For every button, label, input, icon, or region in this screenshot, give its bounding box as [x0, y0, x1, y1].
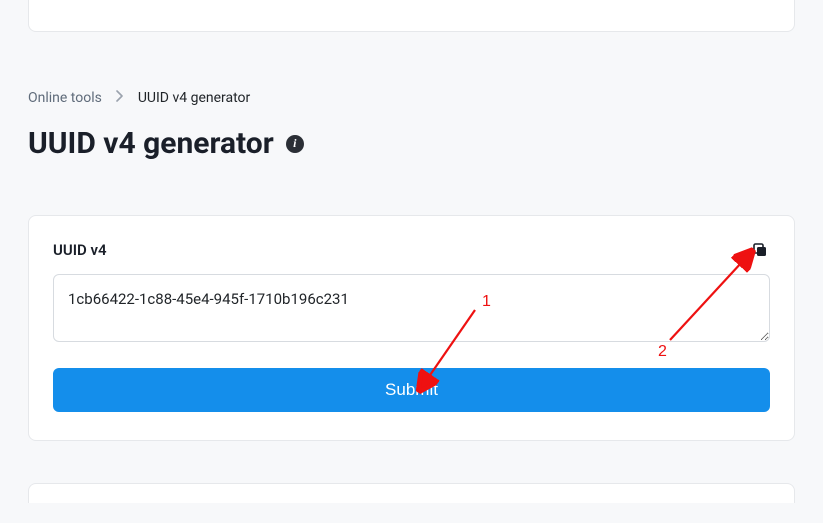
- field-header: UUID v4: [53, 240, 770, 260]
- page-title: UUID v4 generator: [28, 126, 274, 161]
- breadcrumb: Online tools UUID v4 generator: [28, 90, 795, 106]
- uuid-field-label: UUID v4: [53, 241, 107, 259]
- submit-button[interactable]: Submit: [53, 368, 770, 412]
- copy-icon: [752, 242, 768, 258]
- generator-card: UUID v4 Submit: [28, 215, 795, 441]
- uuid-output[interactable]: [53, 274, 770, 342]
- info-icon[interactable]: i: [286, 135, 304, 153]
- breadcrumb-current: UUID v4 generator: [138, 90, 250, 106]
- previous-card-bottom: [28, 0, 795, 32]
- page-title-row: UUID v4 generator i: [28, 126, 795, 161]
- copy-button[interactable]: [750, 240, 770, 260]
- breadcrumb-root-link[interactable]: Online tools: [28, 90, 102, 106]
- next-card-top: [28, 483, 795, 503]
- chevron-right-icon: [116, 90, 124, 106]
